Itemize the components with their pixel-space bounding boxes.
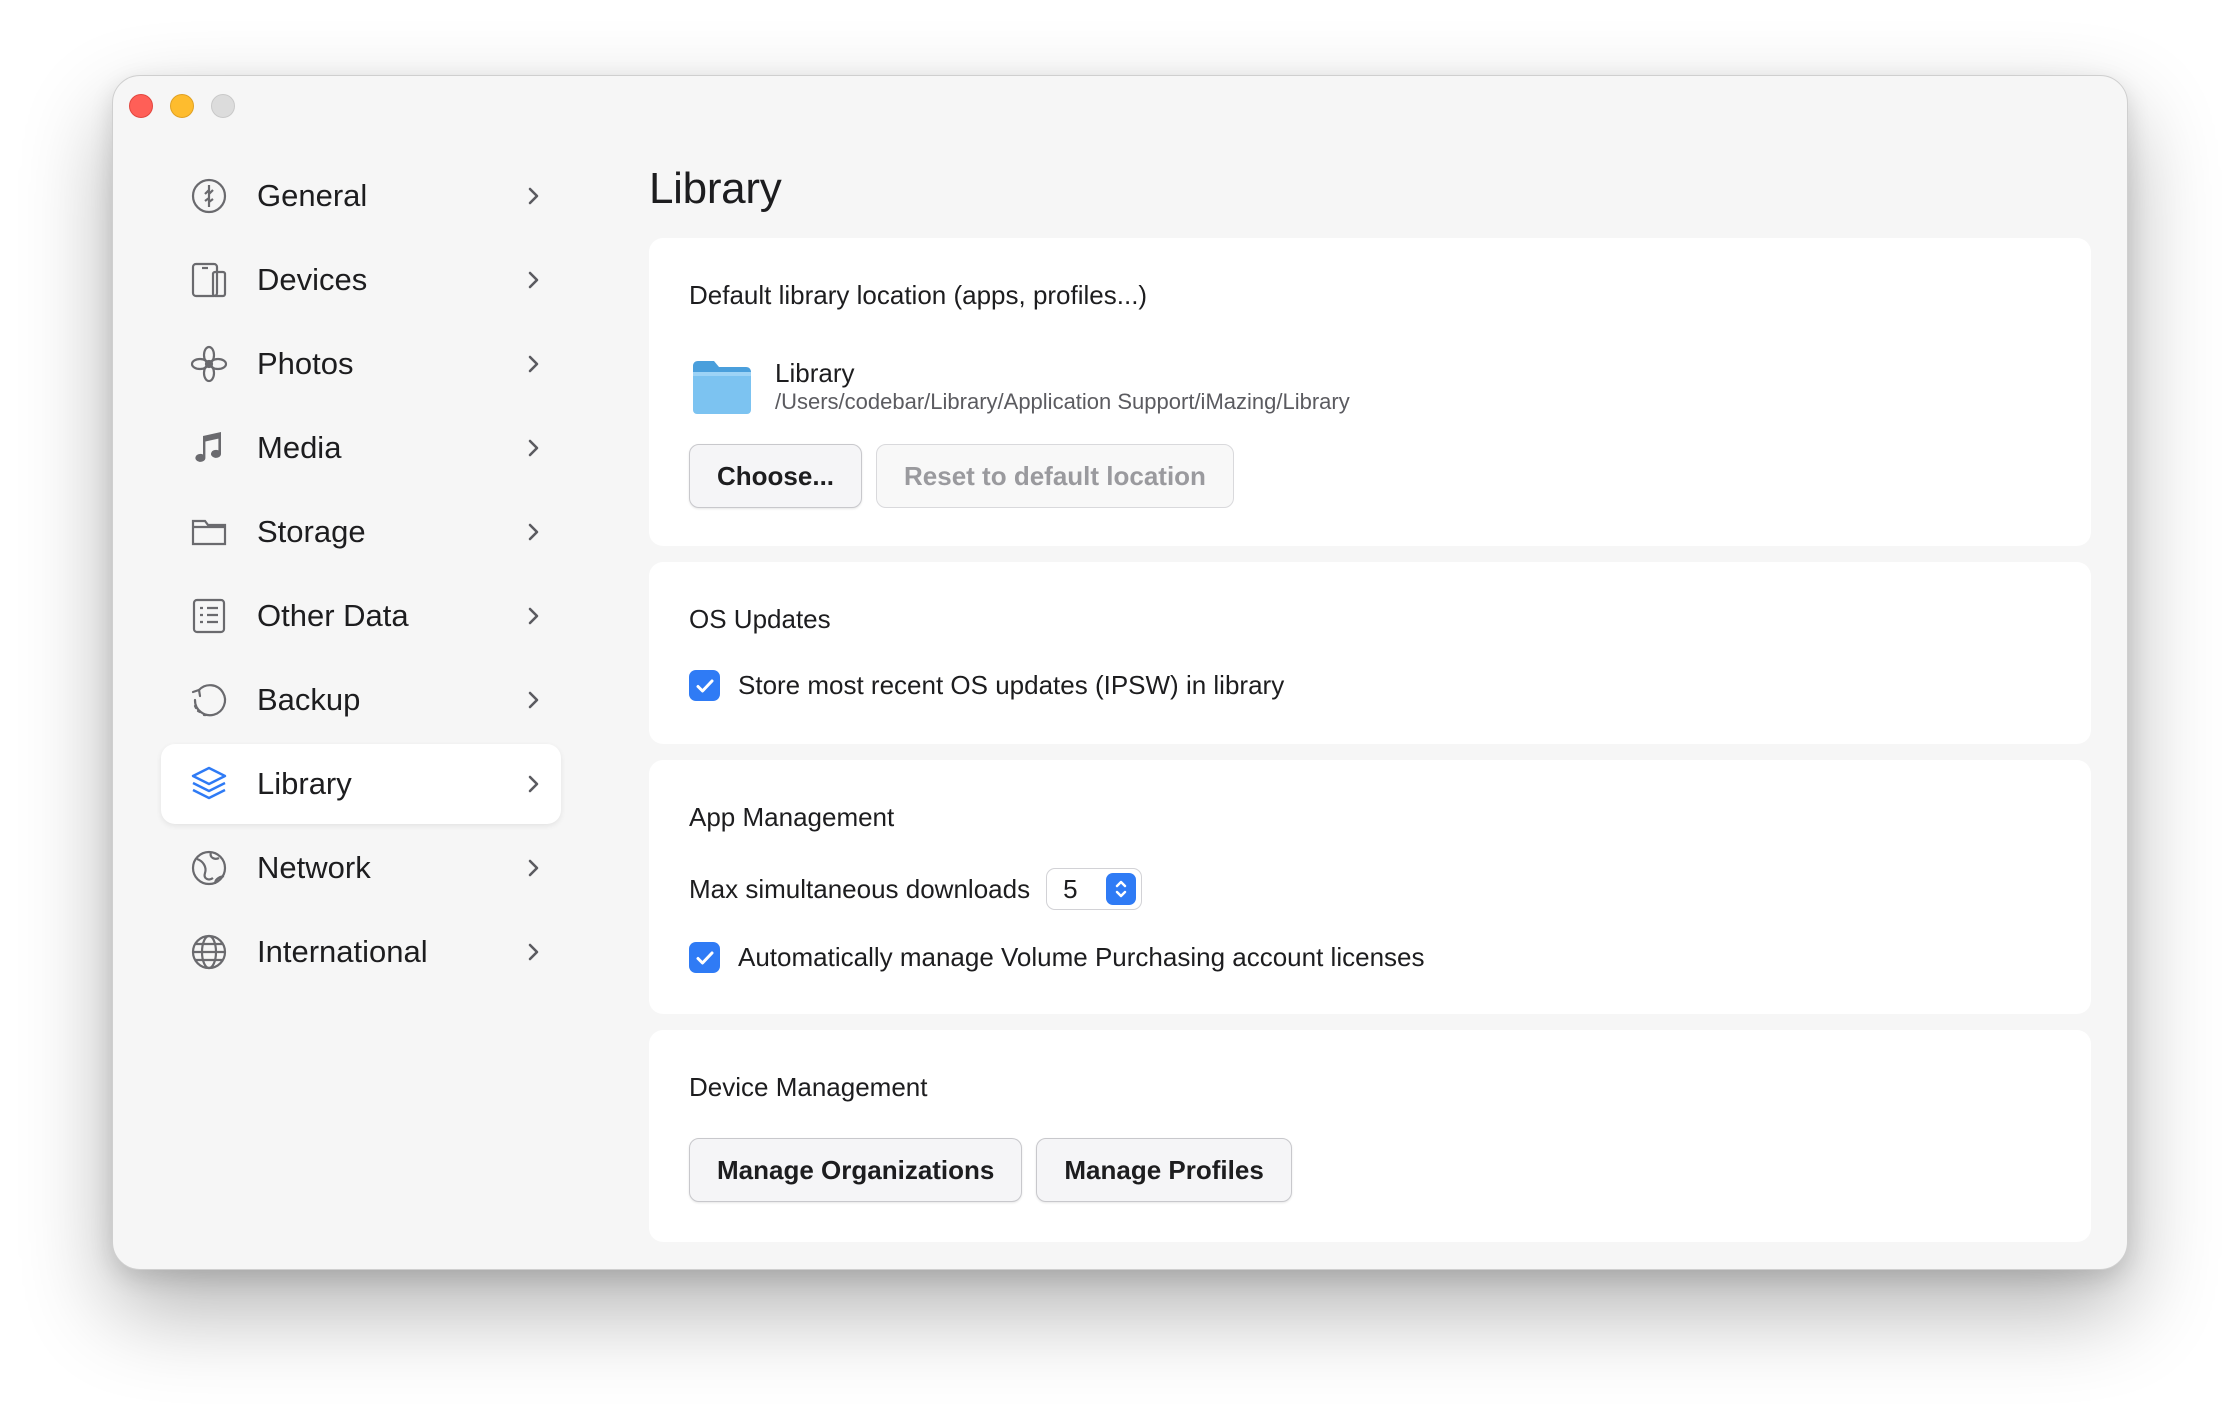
chevron-right-icon [528, 607, 539, 625]
sidebar-item-label: Photos [257, 346, 354, 381]
sidebar-item-label: Devices [257, 262, 368, 297]
list-icon [189, 596, 229, 636]
checkmark-icon [696, 679, 713, 692]
chevron-right-icon [528, 691, 539, 709]
section-title: App Management [689, 802, 895, 832]
page-title: Library [649, 164, 782, 213]
general-icon [189, 176, 229, 216]
layers-icon [189, 764, 229, 804]
sidebar-item-label: General [257, 178, 368, 213]
photos-icon [189, 344, 229, 384]
folder-icon [693, 361, 751, 414]
sidebar-item-devices[interactable]: Devices [161, 240, 561, 320]
max-downloads-stepper[interactable]: 5 [1046, 868, 1143, 910]
location-name: Library [775, 358, 855, 388]
sidebar-item-label: Media [257, 430, 342, 465]
window-controls [129, 94, 235, 118]
chevron-right-icon [528, 523, 539, 541]
sidebar-item-label: Backup [257, 682, 361, 717]
chevron-right-icon [528, 859, 539, 877]
chevron-right-icon [528, 355, 539, 373]
max-downloads-value: 5 [1063, 873, 1078, 904]
store-os-updates-label: Store most recent OS updates (IPSW) in l… [738, 670, 1285, 700]
chevron-right-icon [528, 943, 539, 961]
globe-icon [189, 932, 229, 972]
close-window-button[interactable] [129, 94, 153, 118]
manage-vpp-licenses-label: Automatically manage Volume Purchasing a… [738, 942, 1425, 972]
sidebar-item-label: Network [257, 850, 371, 885]
sidebar: General Devices Photos Media Storage Oth… [161, 156, 561, 996]
sidebar-item-backup[interactable]: Backup [161, 660, 561, 740]
chevron-right-icon [528, 187, 539, 205]
zoom-window-button[interactable] [211, 94, 235, 118]
music-note-icon [189, 428, 229, 468]
sidebar-item-storage[interactable]: Storage [161, 492, 561, 572]
choose-button[interactable]: Choose... [689, 444, 863, 508]
sidebar-item-international[interactable]: International [161, 912, 561, 992]
stepper-arrows-button[interactable] [1106, 873, 1137, 905]
chevron-right-icon [528, 439, 539, 457]
manage-organizations-button[interactable]: Manage Organizations [689, 1138, 1023, 1202]
sidebar-item-media[interactable]: Media [161, 408, 561, 488]
os-updates-section: OS Updates Store most recent OS updates … [649, 562, 2091, 744]
sidebar-item-label: Library [257, 766, 352, 801]
devices-icon [189, 260, 229, 300]
library-location-section: Default library location (apps, profiles… [649, 238, 2091, 546]
device-management-section: Device Management Manage Organizations M… [649, 1030, 2091, 1242]
max-downloads-label: Max simultaneous downloads [689, 873, 1031, 904]
section-title: Default library location (apps, profiles… [689, 280, 1148, 310]
app-management-section: App Management Max simultaneous download… [649, 760, 2091, 1014]
sidebar-item-label: International [257, 934, 428, 969]
sidebar-item-other-data[interactable]: Other Data [161, 576, 561, 656]
location-path: /Users/codebar/Library/Application Suppo… [775, 389, 1350, 414]
folder-icon [189, 512, 229, 552]
sidebar-item-label: Storage [257, 514, 366, 549]
library-location: Library /Users/codebar/Library/Applicati… [689, 356, 1350, 418]
preferences-window: General Devices Photos Media Storage Oth… [112, 75, 2128, 1270]
sidebar-item-general[interactable]: General [161, 156, 561, 236]
manage-vpp-licenses-checkbox[interactable] [689, 942, 720, 973]
reset-default-location-button[interactable]: Reset to default location [876, 444, 1234, 508]
checkmark-icon [696, 951, 713, 964]
sidebar-item-label: Other Data [257, 598, 409, 633]
store-os-updates-checkbox[interactable] [689, 670, 720, 701]
manage-profiles-button[interactable]: Manage Profiles [1036, 1138, 1292, 1202]
section-title: OS Updates [689, 604, 831, 634]
chevron-right-icon [528, 271, 539, 289]
main-content: Library Default library location (apps, … [649, 156, 2091, 1242]
chevron-up-down-icon [1115, 880, 1127, 898]
sidebar-item-network[interactable]: Network [161, 828, 561, 908]
network-globe-icon [189, 848, 229, 888]
sidebar-item-library[interactable]: Library [161, 744, 561, 824]
section-title: Device Management [689, 1072, 928, 1102]
chevron-right-icon [528, 775, 539, 793]
minimize-window-button[interactable] [170, 94, 194, 118]
sidebar-item-photos[interactable]: Photos [161, 324, 561, 404]
backup-icon [189, 680, 229, 720]
